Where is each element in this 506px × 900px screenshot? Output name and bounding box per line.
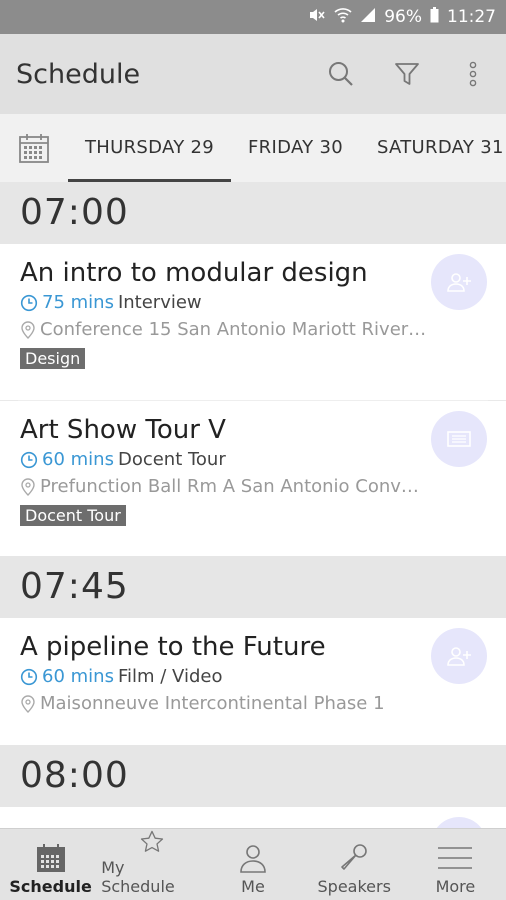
status-bar: 96% 11:27 — [0, 0, 506, 34]
session-location: Prefunction Ball Rm A San Antonio Conv… — [40, 476, 419, 497]
session-title: Art Show Tour V — [20, 415, 226, 445]
battery-icon — [430, 7, 439, 27]
clock-icon — [20, 294, 38, 311]
page-title: Schedule — [16, 58, 141, 90]
mute-icon — [308, 7, 326, 27]
location-pin-icon — [21, 477, 35, 496]
session-location: Conference 15 San Antonio Mariott River… — [40, 319, 427, 340]
calendar-icon — [19, 134, 49, 163]
filter-icon — [395, 63, 419, 85]
session-title: An intro to modular design — [20, 258, 368, 288]
session-card[interactable]: An intro to modular design 75 mins Inter… — [0, 244, 506, 400]
add-person-icon — [447, 647, 471, 666]
more-vert-icon — [469, 61, 477, 87]
session-duration: 60 mins — [42, 449, 114, 470]
nav-speakers[interactable]: Speakers — [304, 829, 405, 900]
session-tag: Docent Tour — [20, 505, 126, 526]
battery-level: 96% — [384, 7, 422, 27]
schedule-list[interactable]: 07:00 An intro to modular design 75 mins… — [0, 182, 506, 828]
menu-icon — [438, 847, 473, 869]
session-title: A pipeline to the Future — [20, 632, 326, 662]
clock: 11:27 — [447, 7, 496, 27]
tab-friday[interactable]: FRIDAY 30 — [231, 114, 360, 182]
time-slot-header: 08:00 — [0, 745, 506, 807]
session-type: Film / Video — [117, 666, 223, 687]
person-icon — [240, 845, 266, 873]
calendar-icon — [36, 844, 65, 872]
nav-label: Speakers — [317, 877, 391, 896]
time-slot-header: 07:00 — [0, 182, 506, 244]
tab-saturday[interactable]: SATURDAY 31 — [360, 114, 506, 182]
clock-icon — [20, 451, 38, 468]
ticket-button[interactable] — [431, 411, 487, 467]
search-button[interactable] — [308, 34, 374, 114]
session-card-partial[interactable] — [0, 807, 506, 828]
session-card[interactable]: Art Show Tour V 60 mins Docent Tour Pref… — [0, 401, 506, 556]
star-icon — [140, 830, 163, 852]
tab-thursday[interactable]: THURSDAY 29 — [68, 114, 232, 182]
ticket-icon — [447, 431, 471, 447]
search-icon — [329, 62, 353, 86]
time-slot-header: 07:45 — [0, 556, 506, 618]
nav-my-schedule[interactable]: My Schedule — [101, 829, 202, 900]
session-duration: 60 mins — [42, 666, 114, 687]
session-type: Interview — [117, 292, 202, 313]
signal-icon — [360, 7, 376, 27]
nav-label: My Schedule — [101, 858, 175, 896]
session-tag: Design — [20, 348, 86, 369]
calendar-button[interactable] — [0, 114, 68, 182]
nav-me[interactable]: Me — [202, 829, 303, 900]
wifi-icon — [334, 7, 352, 27]
location-pin-icon — [21, 694, 35, 713]
day-tabs: THURSDAY 29 FRIDAY 30 SATURDAY 31 — [0, 114, 506, 182]
bottom-navigation: Schedule My Schedule Me Speakers More — [0, 828, 506, 900]
nav-label: Me — [241, 877, 265, 896]
filter-button[interactable] — [374, 34, 440, 114]
app-bar: Schedule — [0, 34, 506, 114]
nav-schedule[interactable]: Schedule — [0, 829, 101, 900]
more-options-button[interactable] — [440, 34, 506, 114]
add-to-schedule-button[interactable] — [431, 817, 487, 828]
session-type: Docent Tour — [117, 449, 226, 470]
add-to-schedule-button[interactable] — [431, 254, 487, 310]
session-duration: 75 mins — [42, 292, 114, 313]
session-location: Maisonneuve Intercontinental Phase 1 — [40, 693, 385, 714]
add-to-schedule-button[interactable] — [431, 628, 487, 684]
location-pin-icon — [21, 320, 35, 339]
microphone-icon — [341, 844, 368, 870]
add-person-icon — [447, 273, 471, 292]
nav-more[interactable]: More — [405, 829, 506, 900]
session-card[interactable]: A pipeline to the Future 60 mins Film / … — [0, 618, 506, 745]
nav-label: More — [435, 877, 476, 896]
clock-icon — [20, 668, 38, 685]
nav-label: Schedule — [9, 877, 92, 896]
